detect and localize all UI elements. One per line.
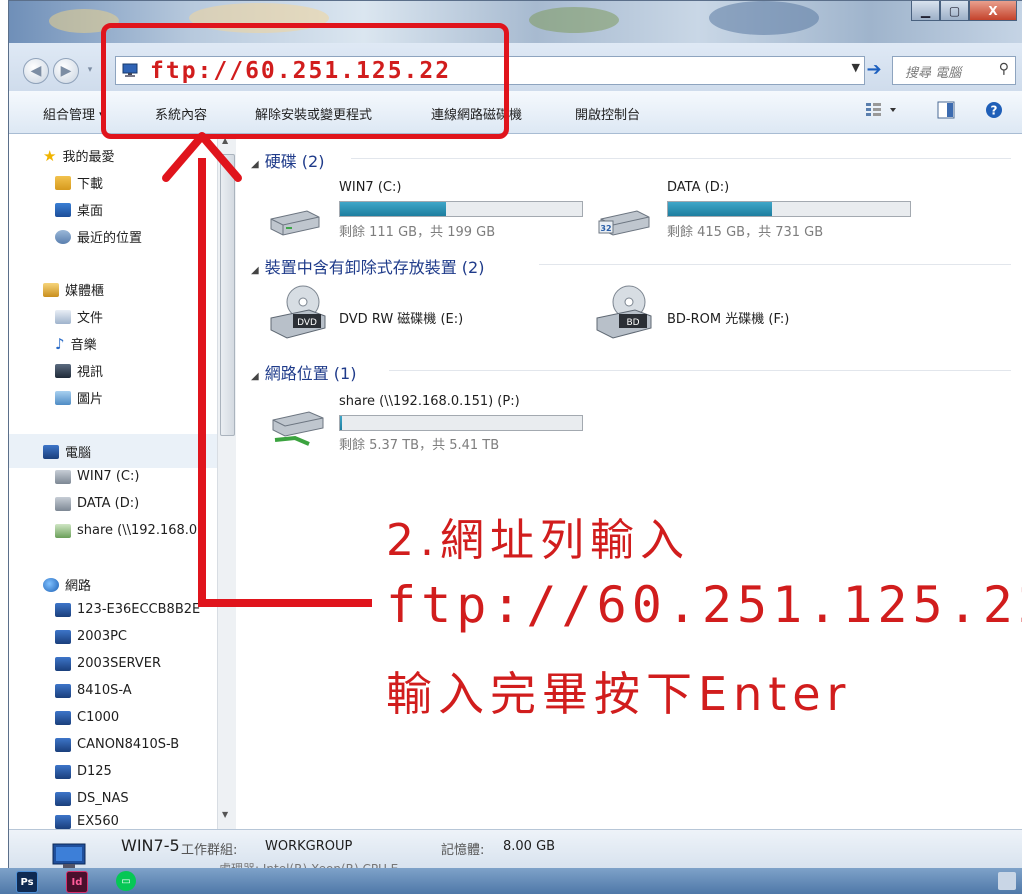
- photoshop-taskbar-button[interactable]: Ps: [16, 871, 38, 893]
- annotation-arrow: [162, 132, 372, 607]
- keyboard-icon[interactable]: [998, 872, 1016, 890]
- annotation-step: 2.網址列輸入: [386, 515, 690, 566]
- taskbar: Ps Id ▭: [0, 868, 1022, 894]
- annotation-instruction: 輸入完畢按下Enter: [386, 667, 852, 721]
- annotation-url: ftp://60.251.125.22: [386, 576, 1022, 634]
- line-chat-icon[interactable]: ▭: [116, 871, 136, 891]
- indesign-taskbar-button[interactable]: Id: [66, 871, 88, 893]
